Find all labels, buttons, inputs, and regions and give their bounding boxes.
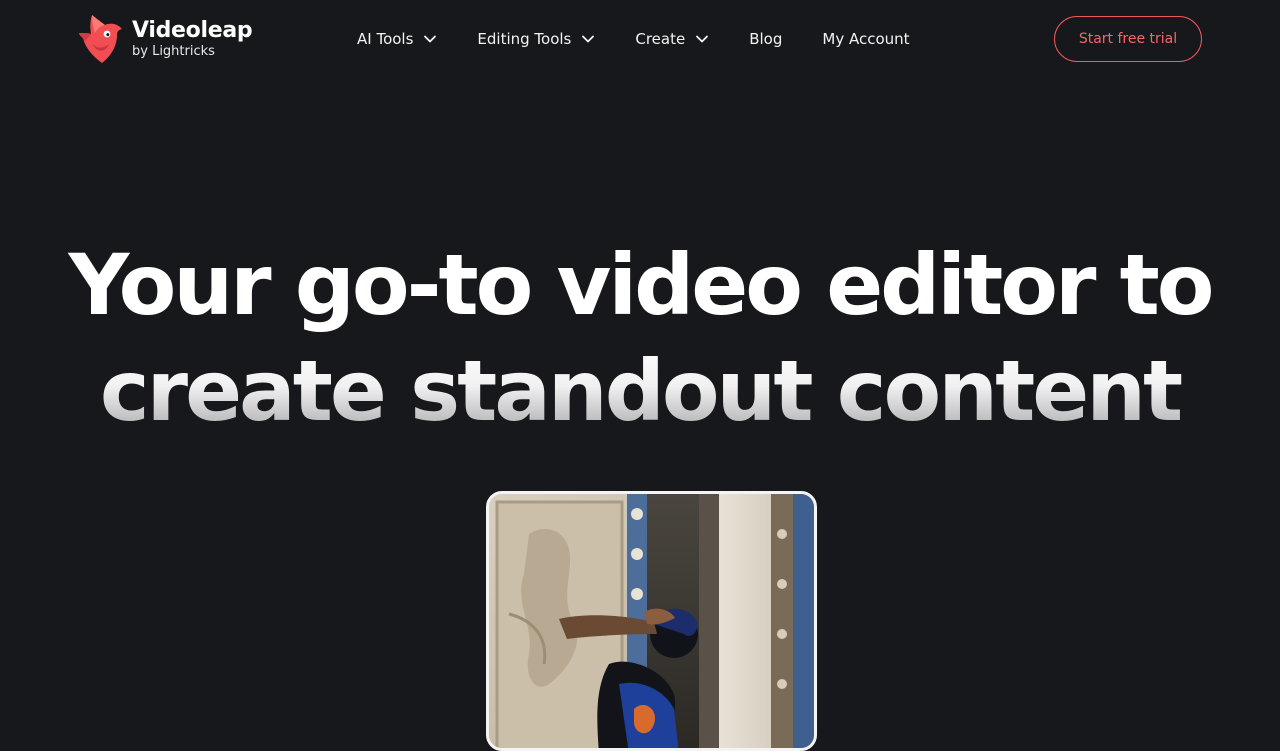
brand-tagline: by Lightricks — [132, 43, 215, 59]
brand-logo-link[interactable]: Videoleap by Lightricks — [78, 13, 253, 65]
bird-logo-icon — [79, 15, 122, 63]
brand-name: Videoleap — [132, 17, 253, 43]
logo-text: Videoleap by Lightricks — [132, 17, 253, 60]
nav-item-my-account[interactable]: My Account — [822, 30, 909, 48]
nav-item-editing-tools[interactable]: Editing Tools — [477, 30, 595, 48]
nav-item-create[interactable]: Create — [635, 30, 709, 48]
video-frame-image — [489, 494, 814, 748]
hero-title-line-2: create standout content — [40, 338, 1240, 444]
nav-item-label: AI Tools — [357, 30, 414, 48]
hero-video-preview[interactable] — [486, 491, 817, 751]
chevron-down-icon — [582, 35, 595, 43]
nav-item-label: Blog — [749, 30, 783, 48]
nav-item-label: Create — [635, 30, 686, 48]
hero-title: Your go-to video editor to create stando… — [40, 232, 1240, 444]
site-header: Videoleap by Lightricks AI Tools Editing… — [0, 0, 1280, 78]
nav-item-label: My Account — [822, 30, 910, 48]
chevron-down-icon — [424, 35, 437, 43]
nav-item-blog[interactable]: Blog — [749, 30, 782, 48]
nav-item-label: Editing Tools — [477, 30, 572, 48]
nav-item-ai-tools[interactable]: AI Tools — [357, 30, 437, 48]
start-free-trial-button[interactable]: Start free trial — [1054, 16, 1202, 62]
chevron-down-icon — [696, 35, 709, 43]
hero-title-line-1: Your go-to video editor to — [68, 236, 1215, 334]
main-nav: AI Tools Editing Tools Create Blog My Ac… — [357, 27, 910, 51]
